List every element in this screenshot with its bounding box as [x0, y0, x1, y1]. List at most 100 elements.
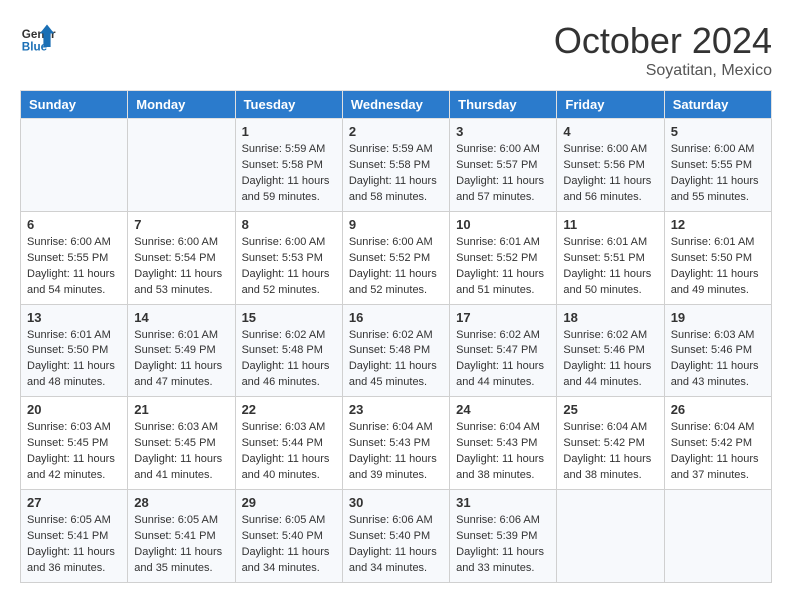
- day-number: 18: [563, 310, 657, 325]
- calendar-cell: 26 Sunrise: 6:04 AMSunset: 5:42 PMDayligh…: [664, 397, 771, 490]
- calendar-cell: 15 Sunrise: 6:02 AMSunset: 5:48 PMDayligh…: [235, 304, 342, 397]
- calendar-cell: 22 Sunrise: 6:03 AMSunset: 5:44 PMDayligh…: [235, 397, 342, 490]
- calendar-week-row: 27Sunrise: 6:05 AMSunset: 5:41 PMDayligh…: [21, 490, 772, 583]
- cell-content: Sunrise: 6:03 AMSunset: 5:45 PMDaylight:…: [134, 420, 228, 484]
- calendar-week-row: 13 Sunrise: 6:01 AMSunset: 5:50 PMDayligh…: [21, 304, 772, 397]
- day-number: 24: [456, 402, 550, 417]
- day-number: 25: [563, 402, 657, 417]
- cell-content: Sunrise: 6:01 AMSunset: 5:50 PMDaylight:…: [671, 235, 765, 299]
- day-number: 10: [456, 217, 550, 232]
- cell-content: Sunrise: 6:02 AMSunset: 5:46 PMDaylight:…: [563, 328, 657, 392]
- day-number: 20: [27, 402, 121, 417]
- cell-content: Sunrise: 6:01 AMSunset: 5:52 PMDaylight:…: [456, 235, 550, 299]
- logo-icon: General Blue: [20, 20, 56, 56]
- calendar-cell: 23Sunrise: 6:04 AMSunset: 5:43 PMDayligh…: [342, 397, 449, 490]
- page-header: General Blue October 2024 Soyatitan, Mex…: [20, 20, 772, 80]
- cell-content: Sunrise: 6:03 AMSunset: 5:44 PMDaylight:…: [242, 420, 336, 484]
- calendar-cell: 5Sunrise: 6:00 AMSunset: 5:55 PMDaylight…: [664, 119, 771, 212]
- day-number: 2: [349, 124, 443, 139]
- cell-content: Sunrise: 6:05 AMSunset: 5:41 PMDaylight:…: [134, 513, 228, 577]
- calendar-cell: 19Sunrise: 6:03 AMSunset: 5:46 PMDayligh…: [664, 304, 771, 397]
- calendar-cell: 27Sunrise: 6:05 AMSunset: 5:41 PMDayligh…: [21, 490, 128, 583]
- cell-content: Sunrise: 6:04 AMSunset: 5:42 PMDaylight:…: [671, 420, 765, 484]
- calendar-cell: 24 Sunrise: 6:04 AMSunset: 5:43 PMDayligh…: [450, 397, 557, 490]
- cell-content: Sunrise: 6:02 AMSunset: 5:47 PMDaylight:…: [456, 328, 550, 392]
- calendar-cell: 12 Sunrise: 6:01 AMSunset: 5:50 PMDayligh…: [664, 211, 771, 304]
- day-number: 13: [27, 310, 121, 325]
- day-number: 30: [349, 495, 443, 510]
- calendar-cell: 28 Sunrise: 6:05 AMSunset: 5:41 PMDayligh…: [128, 490, 235, 583]
- day-number: 1: [242, 124, 336, 139]
- cell-content: Sunrise: 6:00 AMSunset: 5:56 PMDaylight:…: [563, 142, 657, 206]
- cell-content: Sunrise: 6:04 AMSunset: 5:42 PMDaylight:…: [563, 420, 657, 484]
- calendar-cell: 14Sunrise: 6:01 AMSunset: 5:49 PMDayligh…: [128, 304, 235, 397]
- cell-content: Sunrise: 6:04 AMSunset: 5:43 PMDaylight:…: [349, 420, 443, 484]
- calendar-cell: 20 Sunrise: 6:03 AMSunset: 5:45 PMDayligh…: [21, 397, 128, 490]
- cell-content: Sunrise: 6:02 AMSunset: 5:48 PMDaylight:…: [349, 328, 443, 392]
- calendar-cell: [664, 490, 771, 583]
- title-block: October 2024 Soyatitan, Mexico: [554, 20, 772, 80]
- cell-content: Sunrise: 6:04 AMSunset: 5:43 PMDaylight:…: [456, 420, 550, 484]
- day-number: 19: [671, 310, 765, 325]
- calendar-cell: 18 Sunrise: 6:02 AMSunset: 5:46 PMDayligh…: [557, 304, 664, 397]
- day-number: 15: [242, 310, 336, 325]
- day-number: 8: [242, 217, 336, 232]
- day-number: 12: [671, 217, 765, 232]
- calendar-cell: 17Sunrise: 6:02 AMSunset: 5:47 PMDayligh…: [450, 304, 557, 397]
- day-number: 21: [134, 402, 228, 417]
- col-header-saturday: Saturday: [664, 91, 771, 119]
- cell-content: Sunrise: 6:01 AMSunset: 5:50 PMDaylight:…: [27, 328, 121, 392]
- col-header-sunday: Sunday: [21, 91, 128, 119]
- cell-content: Sunrise: 6:00 AMSunset: 5:55 PMDaylight:…: [27, 235, 121, 299]
- cell-content: Sunrise: 6:01 AMSunset: 5:51 PMDaylight:…: [563, 235, 657, 299]
- calendar-cell: 31 Sunrise: 6:06 AMSunset: 5:39 PMDayligh…: [450, 490, 557, 583]
- location: Soyatitan, Mexico: [554, 62, 772, 80]
- col-header-thursday: Thursday: [450, 91, 557, 119]
- calendar-cell: [128, 119, 235, 212]
- calendar-cell: 25 Sunrise: 6:04 AMSunset: 5:42 PMDayligh…: [557, 397, 664, 490]
- calendar-cell: 29Sunrise: 6:05 AMSunset: 5:40 PMDayligh…: [235, 490, 342, 583]
- calendar-week-row: 6Sunrise: 6:00 AMSunset: 5:55 PMDaylight…: [21, 211, 772, 304]
- calendar-cell: 30 Sunrise: 6:06 AMSunset: 5:40 PMDayligh…: [342, 490, 449, 583]
- day-number: 14: [134, 310, 228, 325]
- calendar-cell: 8 Sunrise: 6:00 AMSunset: 5:53 PMDaylight…: [235, 211, 342, 304]
- calendar-cell: 2 Sunrise: 5:59 AMSunset: 5:58 PMDaylight…: [342, 119, 449, 212]
- calendar-cell: 9 Sunrise: 6:00 AMSunset: 5:52 PMDaylight…: [342, 211, 449, 304]
- day-number: 28: [134, 495, 228, 510]
- cell-content: Sunrise: 6:05 AMSunset: 5:41 PMDaylight:…: [27, 513, 121, 577]
- day-number: 26: [671, 402, 765, 417]
- day-number: 7: [134, 217, 228, 232]
- day-number: 9: [349, 217, 443, 232]
- cell-content: Sunrise: 5:59 AMSunset: 5:58 PMDaylight:…: [349, 142, 443, 206]
- cell-content: Sunrise: 6:00 AMSunset: 5:53 PMDaylight:…: [242, 235, 336, 299]
- calendar-cell: 10 Sunrise: 6:01 AMSunset: 5:52 PMDayligh…: [450, 211, 557, 304]
- calendar-cell: 4 Sunrise: 6:00 AMSunset: 5:56 PMDaylight…: [557, 119, 664, 212]
- month-title: October 2024: [554, 20, 772, 62]
- cell-content: Sunrise: 6:00 AMSunset: 5:57 PMDaylight:…: [456, 142, 550, 206]
- calendar-week-row: 1 Sunrise: 5:59 AMSunset: 5:58 PMDaylight…: [21, 119, 772, 212]
- calendar-cell: 1Sunrise: 5:59 AMSunset: 5:58 PMDaylight…: [235, 119, 342, 212]
- day-number: 22: [242, 402, 336, 417]
- calendar-cell: 3Sunrise: 6:00 AMSunset: 5:57 PMDaylight…: [450, 119, 557, 212]
- day-number: 31: [456, 495, 550, 510]
- cell-content: Sunrise: 6:03 AMSunset: 5:45 PMDaylight:…: [27, 420, 121, 484]
- calendar-cell: [21, 119, 128, 212]
- calendar-header-row: SundayMondayTuesdayWednesdayThursdayFrid…: [21, 91, 772, 119]
- logo: General Blue: [20, 20, 56, 56]
- col-header-monday: Monday: [128, 91, 235, 119]
- cell-content: Sunrise: 6:06 AMSunset: 5:40 PMDaylight:…: [349, 513, 443, 577]
- day-number: 5: [671, 124, 765, 139]
- col-header-friday: Friday: [557, 91, 664, 119]
- calendar-cell: 11Sunrise: 6:01 AMSunset: 5:51 PMDayligh…: [557, 211, 664, 304]
- calendar-cell: [557, 490, 664, 583]
- day-number: 29: [242, 495, 336, 510]
- calendar-cell: 16 Sunrise: 6:02 AMSunset: 5:48 PMDayligh…: [342, 304, 449, 397]
- cell-content: Sunrise: 6:06 AMSunset: 5:39 PMDaylight:…: [456, 513, 550, 577]
- cell-content: Sunrise: 6:00 AMSunset: 5:52 PMDaylight:…: [349, 235, 443, 299]
- calendar-cell: 13 Sunrise: 6:01 AMSunset: 5:50 PMDayligh…: [21, 304, 128, 397]
- calendar-cell: 7 Sunrise: 6:00 AMSunset: 5:54 PMDaylight…: [128, 211, 235, 304]
- day-number: 16: [349, 310, 443, 325]
- cell-content: Sunrise: 6:02 AMSunset: 5:48 PMDaylight:…: [242, 328, 336, 392]
- day-number: 4: [563, 124, 657, 139]
- cell-content: Sunrise: 6:00 AMSunset: 5:54 PMDaylight:…: [134, 235, 228, 299]
